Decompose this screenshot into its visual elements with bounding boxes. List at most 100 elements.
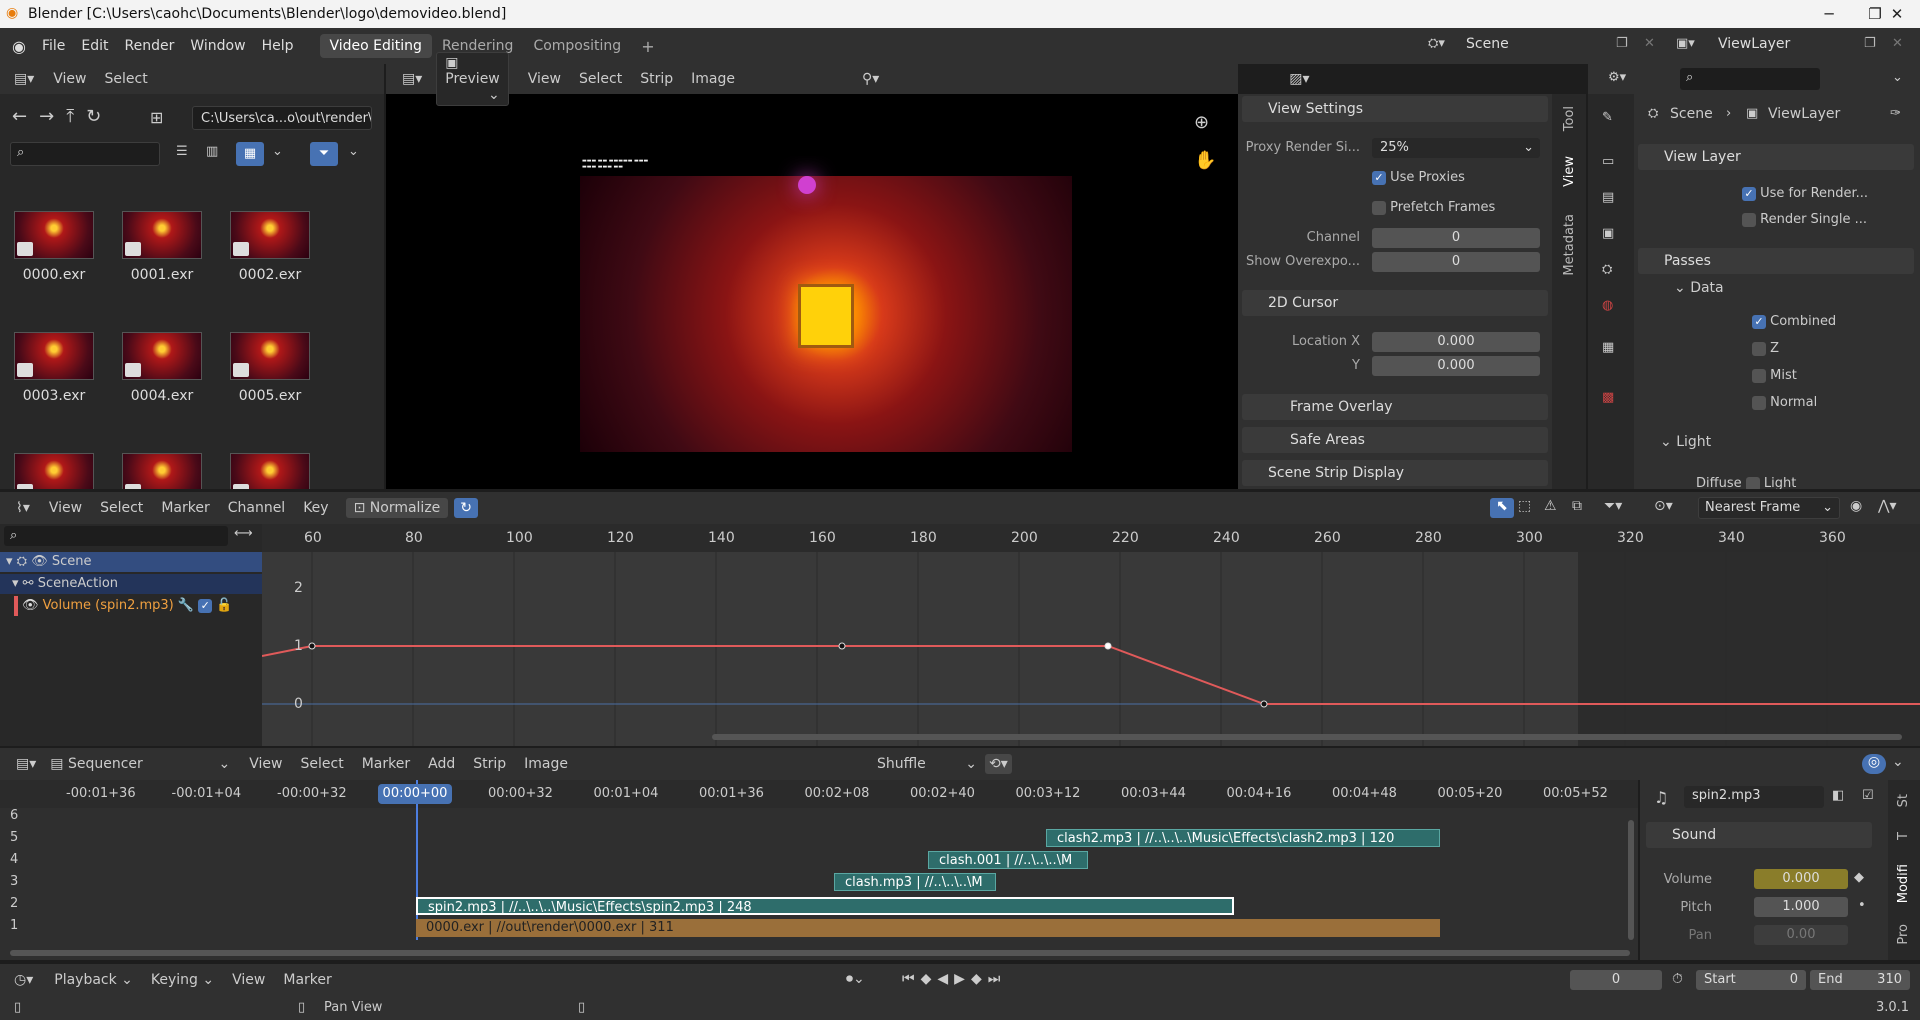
- render-single-checkbox[interactable]: Render Single ...: [1742, 212, 1867, 227]
- remove-viewlayer-icon[interactable]: ✕: [1892, 36, 1903, 51]
- safe-areas-header[interactable]: Safe Areas: [1242, 427, 1548, 453]
- start-frame-field[interactable]: Start 0: [1696, 970, 1806, 990]
- back-icon[interactable]: ←: [12, 106, 39, 127]
- tab-view[interactable]: View: [1562, 156, 1577, 187]
- keyframe-dot-icon[interactable]: •: [1858, 898, 1866, 913]
- menu-file[interactable]: File: [34, 38, 73, 54]
- auto-normalize-icon[interactable]: ↻: [454, 498, 479, 518]
- preview-menu-select[interactable]: Select: [570, 71, 631, 87]
- tab-metadata[interactable]: Metadata: [1562, 214, 1577, 276]
- seq-menu-strip[interactable]: Strip: [464, 756, 515, 772]
- refresh-icon[interactable]: ↻: [86, 106, 113, 127]
- swap-icon[interactable]: ⟷: [234, 526, 253, 541]
- viewlayer-name[interactable]: ViewLayer: [1718, 36, 1790, 52]
- seq-menu-add[interactable]: Add: [419, 756, 464, 772]
- strip-spin2[interactable]: spin2.mp3 | //..\..\..\Music\Effects\spi…: [416, 897, 1234, 915]
- collection-tab-icon[interactable]: ▦: [1602, 340, 1614, 355]
- prev-key-icon[interactable]: ◆: [921, 971, 938, 987]
- remove-scene-icon[interactable]: ✕: [1644, 36, 1655, 51]
- view-layer-panel[interactable]: View Layer: [1638, 144, 1914, 170]
- mist-checkbox[interactable]: Mist: [1752, 368, 1797, 383]
- fb-menu-select[interactable]: Select: [96, 71, 157, 87]
- strip-clash001[interactable]: clash.001 | //..\..\..\M: [928, 851, 1088, 869]
- editor-type-icon[interactable]: ▤▾: [16, 756, 36, 772]
- menu-edit[interactable]: Edit: [73, 38, 116, 54]
- seq-menu-select[interactable]: Select: [292, 756, 353, 772]
- file-thumbnail[interactable]: [14, 453, 94, 489]
- pitch-field[interactable]: 1.000: [1754, 897, 1848, 917]
- location-x-field[interactable]: 0.000: [1372, 332, 1540, 352]
- editor-type-icon[interactable]: ▤▾: [402, 71, 422, 87]
- channel-search[interactable]: ⌕: [4, 526, 228, 546]
- timeline-menu-marker[interactable]: Marker: [274, 972, 340, 988]
- file-item[interactable]: 0004.exr: [122, 332, 202, 404]
- strip-clash2[interactable]: clash2.mp3 | //..\..\..\Music\Effects\cl…: [1046, 829, 1440, 847]
- parent-dir-icon[interactable]: ⤒: [66, 106, 86, 127]
- view-settings-header[interactable]: View Settings: [1242, 96, 1548, 122]
- close-icon[interactable]: ✕: [1874, 0, 1920, 28]
- play-icon[interactable]: ▶: [954, 971, 971, 987]
- tab-video-editing[interactable]: Video Editing: [319, 34, 432, 58]
- scene-icon[interactable]: ⛭▾: [1428, 36, 1445, 51]
- menu-help[interactable]: Help: [254, 38, 302, 54]
- viewlayer-tab-icon[interactable]: ▣: [1602, 226, 1614, 241]
- ghost-curves-icon[interactable]: ⧉: [1572, 498, 1582, 514]
- preview-range-icon[interactable]: ⏱: [1672, 971, 1683, 987]
- file-item[interactable]: 0005.exr: [230, 332, 310, 404]
- data-subpanel[interactable]: ⌄ Data: [1674, 280, 1724, 296]
- fb-menu-view[interactable]: View: [44, 71, 95, 87]
- seq-menu-image[interactable]: Image: [515, 756, 577, 772]
- editor-type-icon[interactable]: ▤▾: [14, 71, 34, 87]
- next-key-icon[interactable]: ◆: [971, 971, 988, 987]
- overlap-mode-dropdown[interactable]: Shuffle ⌄: [877, 756, 977, 772]
- chevron-down-icon[interactable]: ⌄: [1892, 754, 1904, 770]
- graph-menu-select[interactable]: Select: [91, 500, 152, 516]
- display-options-icon[interactable]: ⌄: [272, 144, 283, 159]
- normalize-toggle[interactable]: ⊡ Normalize: [345, 498, 449, 518]
- view-type-dropdown[interactable]: ▣ Preview ⌄: [436, 52, 509, 106]
- 2d-cursor-header[interactable]: 2D Cursor: [1242, 290, 1548, 316]
- normal-checkbox[interactable]: Normal: [1752, 395, 1817, 410]
- graph-menu-view[interactable]: View: [40, 500, 91, 516]
- zoom-icon[interactable]: ⊕: [1194, 112, 1209, 133]
- tab-strip[interactable]: St: [1896, 794, 1911, 807]
- render-tab-icon[interactable]: ▭: [1602, 154, 1614, 169]
- tool-tab-icon[interactable]: ✎: [1602, 110, 1613, 125]
- playhead[interactable]: [416, 780, 418, 940]
- viewlayer-icon[interactable]: ▣▾: [1676, 36, 1695, 51]
- filter-icon[interactable]: ⏷: [310, 142, 338, 166]
- combined-checkbox[interactable]: ✓ Combined: [1752, 314, 1836, 329]
- strip-name-field[interactable]: spin2.mp3: [1684, 786, 1824, 808]
- file-item[interactable]: 0002.exr: [230, 211, 310, 283]
- tab-proxy[interactable]: Pro: [1896, 924, 1911, 945]
- world-tab-icon[interactable]: ◍: [1602, 298, 1613, 313]
- tab-modifiers[interactable]: Modifi: [1896, 864, 1911, 903]
- pivot-icon[interactable]: ⚲▾: [862, 71, 879, 87]
- channel-field[interactable]: 0: [1372, 228, 1540, 248]
- checkbox-icon[interactable]: [1745, 476, 1760, 489]
- scene-strip-display-header[interactable]: Scene Strip Display: [1242, 460, 1548, 486]
- location-y-field[interactable]: 0.000: [1372, 356, 1540, 376]
- menu-render[interactable]: Render: [117, 38, 183, 54]
- mute-checkbox-icon[interactable]: ☑: [1862, 788, 1874, 803]
- keyframe-point[interactable]: [1260, 700, 1268, 708]
- editor-type-icon[interactable]: ⌇▾: [16, 500, 30, 516]
- texture-tab-icon[interactable]: ▩: [1602, 390, 1614, 405]
- tab-tool[interactable]: Tool: [1562, 106, 1577, 131]
- file-thumbnail[interactable]: [230, 453, 310, 489]
- scene-tab-icon[interactable]: ⛭: [1602, 262, 1612, 277]
- end-frame-field[interactable]: End 310: [1810, 970, 1910, 990]
- sequencer-vscrollbar[interactable]: [1628, 820, 1634, 940]
- clock-editor-icon[interactable]: ◷▾: [14, 972, 33, 988]
- chevron-down-icon[interactable]: ⌄: [1892, 70, 1903, 85]
- scene-name[interactable]: Scene: [1466, 36, 1509, 52]
- strip-clash[interactable]: clash.mp3 | //..\..\..\M: [834, 873, 996, 891]
- volume-fcurve[interactable]: [262, 645, 1920, 705]
- frame-overlay-header[interactable]: Frame Overlay: [1242, 394, 1548, 420]
- file-item[interactable]: 0000.exr: [14, 211, 94, 283]
- menu-window[interactable]: Window: [182, 38, 253, 54]
- show-hidden-icon[interactable]: ⬚: [1518, 498, 1531, 514]
- tab-compositing[interactable]: Compositing: [523, 34, 631, 58]
- file-item[interactable]: 0001.exr: [122, 211, 202, 283]
- falloff-icon[interactable]: ⋀▾: [1878, 498, 1897, 514]
